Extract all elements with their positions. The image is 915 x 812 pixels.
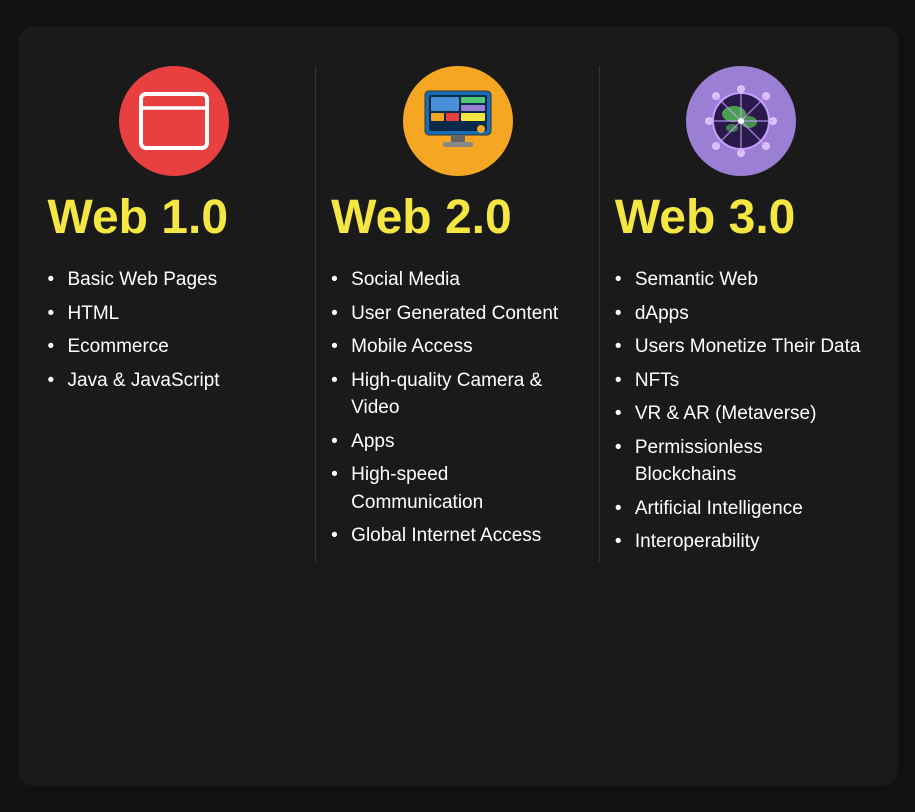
list-item: High-quality Camera & Video [331,367,584,422]
main-card: Web 1.0 Basic Web Pages HTML Ecommerce J… [18,26,898,786]
web3-list: Semantic Web dApps Users Monetize Their … [615,266,868,562]
list-item: Permissionless Blockchains [615,434,868,489]
list-item: Apps [331,428,584,456]
web1-icon-wrap [119,66,229,176]
web1-list: Basic Web Pages HTML Ecommerce Java & Ja… [48,266,220,400]
web2-icon-wrap [403,66,513,176]
web2-list: Social Media User Generated Content Mobi… [331,266,584,556]
divider-1 [315,66,316,562]
list-item: Semantic Web [615,266,868,294]
divider-2 [599,66,600,562]
list-item: Users Monetize Their Data [615,333,868,361]
list-item: Java & JavaScript [48,367,220,395]
list-item: NFTs [615,367,868,395]
list-item: HTML [48,300,220,328]
monitor-icon [421,87,495,155]
column-web3: Web 3.0 Semantic Web dApps Users Monetiz… [615,66,868,562]
web3-heading: Web 3.0 [615,194,796,242]
web2-heading: Web 2.0 [331,194,512,242]
columns-container: Web 1.0 Basic Web Pages HTML Ecommerce J… [48,66,868,562]
list-item: dApps [615,300,868,328]
list-item: User Generated Content [331,300,584,328]
list-item: Mobile Access [331,333,584,361]
list-item: High-speed Communication [331,461,584,516]
column-web2: Web 2.0 Social Media User Generated Cont… [331,66,584,562]
column-web1: Web 1.0 Basic Web Pages HTML Ecommerce J… [48,66,301,562]
web1-heading: Web 1.0 [48,194,229,242]
list-item: Ecommerce [48,333,220,361]
list-item: Social Media [331,266,584,294]
browser-icon [139,92,209,150]
network-icon [704,84,778,158]
list-item: Basic Web Pages [48,266,220,294]
list-item: VR & AR (Metaverse) [615,400,868,428]
list-item: Global Internet Access [331,522,584,550]
list-item: Artificial Intelligence [615,495,868,523]
list-item: Interoperability [615,528,868,556]
web3-icon-wrap [686,66,796,176]
